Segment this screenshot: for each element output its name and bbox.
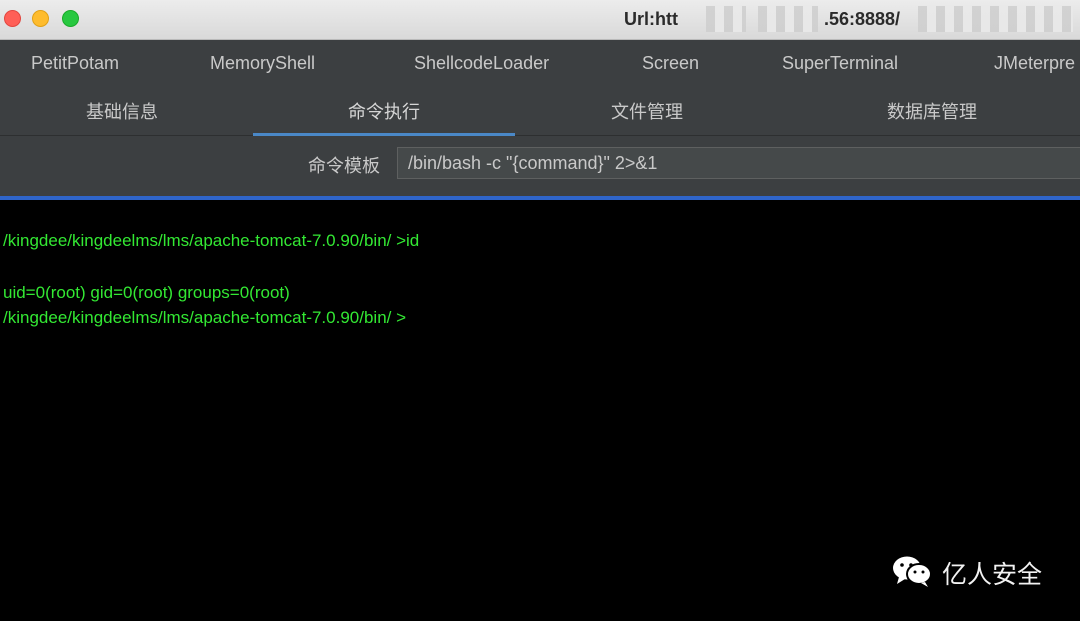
plugin-toolbar: PetitPotam MemoryShell ShellcodeLoader S…: [0, 40, 1080, 88]
main-tab-bar: 基础信息 命令执行 文件管理 数据库管理: [0, 88, 1080, 136]
plugin-tab-shellcodeloader[interactable]: ShellcodeLoader: [414, 53, 549, 74]
command-template-row: 命令模板: [0, 136, 1080, 196]
redacted-url-blur: [758, 6, 818, 32]
title-bar: Url:htt .56:8888/: [0, 0, 1080, 40]
window-title-suffix: .56:8888/: [823, 9, 901, 29]
terminal-line: /kingdee/kingdeelms/lms/apache-tomcat-7.…: [3, 231, 420, 250]
command-template-label: 命令模板: [308, 156, 380, 176]
close-window-button[interactable]: [4, 10, 21, 27]
zoom-window-button[interactable]: [62, 10, 79, 27]
tab-basic-info[interactable]: 基础信息: [0, 88, 244, 136]
tab-command-exec[interactable]: 命令执行: [253, 88, 515, 136]
wechat-icon: [890, 554, 934, 593]
watermark: 亿人安全: [890, 556, 1042, 590]
plugin-tab-superterminal[interactable]: SuperTerminal: [782, 53, 898, 74]
terminal-line: /kingdee/kingdeelms/lms/apache-tomcat-7.…: [3, 308, 407, 327]
terminal-line: uid=0(root) gid=0(root) groups=0(root): [3, 283, 290, 302]
app-window: Url:htt .56:8888/ PetitPotam MemoryShell …: [0, 0, 1080, 621]
command-template-input[interactable]: [397, 147, 1080, 179]
minimize-window-button[interactable]: [32, 10, 49, 27]
plugin-tab-petitpotam[interactable]: PetitPotam: [31, 53, 119, 74]
plugin-tab-memoryshell[interactable]: MemoryShell: [210, 53, 315, 74]
tab-database-manager[interactable]: 数据库管理: [800, 88, 1064, 136]
redacted-url-blur: [918, 6, 1073, 32]
plugin-tab-jmeterpreter[interactable]: JMeterpre: [994, 53, 1075, 74]
tab-file-manager[interactable]: 文件管理: [516, 88, 778, 136]
redacted-url-blur: [706, 6, 746, 32]
watermark-text: 亿人安全: [942, 561, 1043, 589]
window-title-prefix: Url:htt: [624, 9, 678, 29]
plugin-tab-screen[interactable]: Screen: [642, 53, 699, 74]
